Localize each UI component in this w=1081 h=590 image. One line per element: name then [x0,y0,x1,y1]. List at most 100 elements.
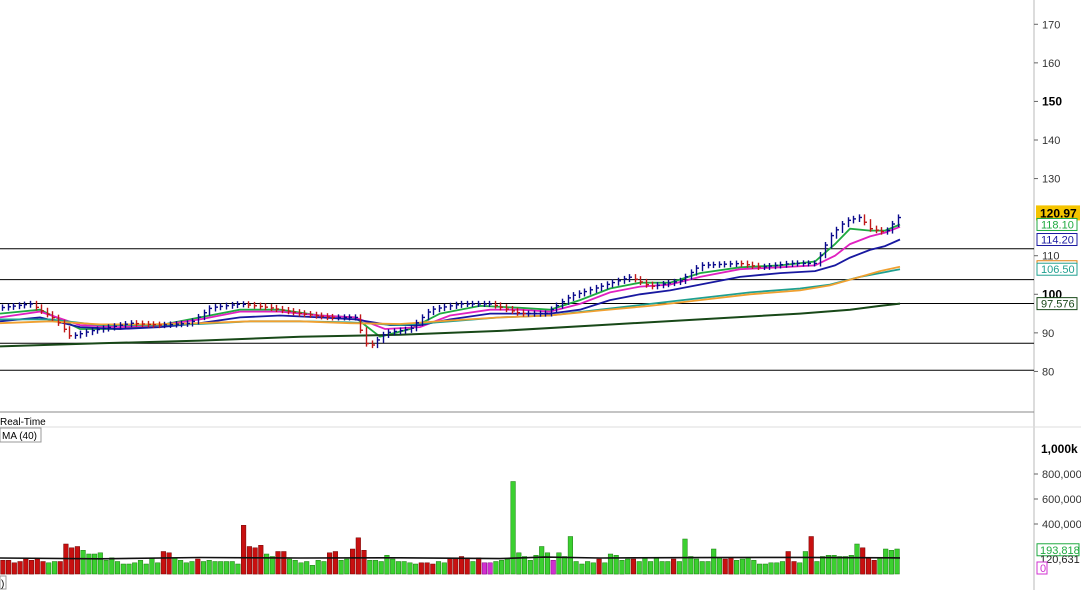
volume-bar [499,560,505,575]
volume-bar [877,557,883,575]
volume-bar [688,556,694,575]
volume-bar [883,548,889,575]
volume-bar [338,560,344,575]
price-axis-tick-label: 150 [1042,94,1062,108]
volume-bar [275,551,281,575]
volume-bar [671,558,677,575]
volume-ma-legend: MA (40) [2,431,37,442]
volume-bar [642,557,648,575]
volume-bar [842,556,849,575]
volume-bar [372,560,379,575]
stock-chart: 1701601501401301101009080 120.97118.1011… [0,0,1081,590]
volume-bar [602,562,608,575]
volume-bar [109,557,115,575]
volume-bar [413,563,419,575]
volume-bar [579,563,585,575]
volume-bar [103,560,109,575]
volume-bar [516,552,522,575]
volume-bar [797,562,803,575]
volume-bar [309,565,315,575]
volume-bar [361,550,367,575]
volume-bar [435,561,442,575]
volume-bar [292,560,298,575]
volume-bar [865,557,872,575]
volume-bar [332,551,338,575]
volume-bar [447,557,453,575]
volume-bar [521,556,528,575]
volume-bar [458,556,465,575]
volume-bar [751,560,757,575]
chart-background [0,0,1081,590]
volume-bar [378,561,384,575]
volume-bar [395,561,401,575]
volume-bar [155,562,161,575]
volume-bar [195,558,201,575]
volume-bar [86,553,92,575]
volume-bar [894,548,900,575]
volume-bar [854,543,860,575]
volume-bar [504,558,510,575]
volume-bar [539,546,545,575]
volume-bar [860,547,866,575]
volume-bar [493,561,499,575]
volume-bar [241,525,247,575]
indicator-tag-label: 118.10 [1041,219,1074,231]
volume-bar [143,563,149,575]
volume-tag-label: 0 [1040,563,1046,575]
volume-bar [562,556,568,575]
volume-bar [229,561,235,575]
volume-bar [722,558,728,575]
volume-bar [464,557,470,575]
volume-bar [476,557,482,575]
volume-bar [212,561,218,575]
volume-bar [567,536,573,575]
volume-bar [757,563,763,575]
volume-bar [653,557,659,575]
bottom-left-legend: ) [1,579,4,590]
volume-bar [739,558,745,575]
volume-bar [556,552,562,575]
volume-bar [407,562,413,575]
volume-bar [705,561,711,575]
volume-bar [699,561,705,575]
volume-bar [17,561,23,575]
volume-bar [0,560,6,575]
volume-bar [659,561,665,575]
volume-bar [40,561,46,575]
volume-bar [550,560,556,575]
volume-bar [344,558,350,575]
price-axis-tick-label: 130 [1042,174,1060,186]
volume-bar [888,550,894,575]
volume-bar [682,538,688,575]
realtime-label: Real-Time [0,417,46,428]
volume-bar [625,558,631,575]
volume-bar [768,562,774,575]
volume-bar [693,558,700,575]
volume-bar [183,562,189,575]
volume-bar [734,560,740,575]
volume-bar [286,558,293,575]
volume-bar [636,561,642,575]
volume-bar [315,560,321,575]
volume-bar [92,553,98,575]
volume-bar [218,561,224,575]
volume-bar [160,551,166,575]
volume-bar [728,557,734,575]
volume-bar [120,563,126,575]
volume-bar [235,563,241,575]
volume-bar [304,561,310,575]
volume-bar [390,558,396,575]
price-axis-tick-label: 80 [1042,366,1054,378]
volume-bar [510,481,516,575]
volume-axis-tick-label: 400,000 [1042,519,1081,531]
volume-bar [791,561,797,575]
volume-bar [585,561,591,575]
volume-bar [264,553,270,575]
volume-bar [327,552,333,575]
price-axis-tick-label: 160 [1042,58,1060,70]
volume-bar [46,562,52,575]
volume-bar [596,558,602,575]
volume-bar [28,560,35,575]
volume-bar [487,562,493,575]
volume-bar [871,560,877,575]
